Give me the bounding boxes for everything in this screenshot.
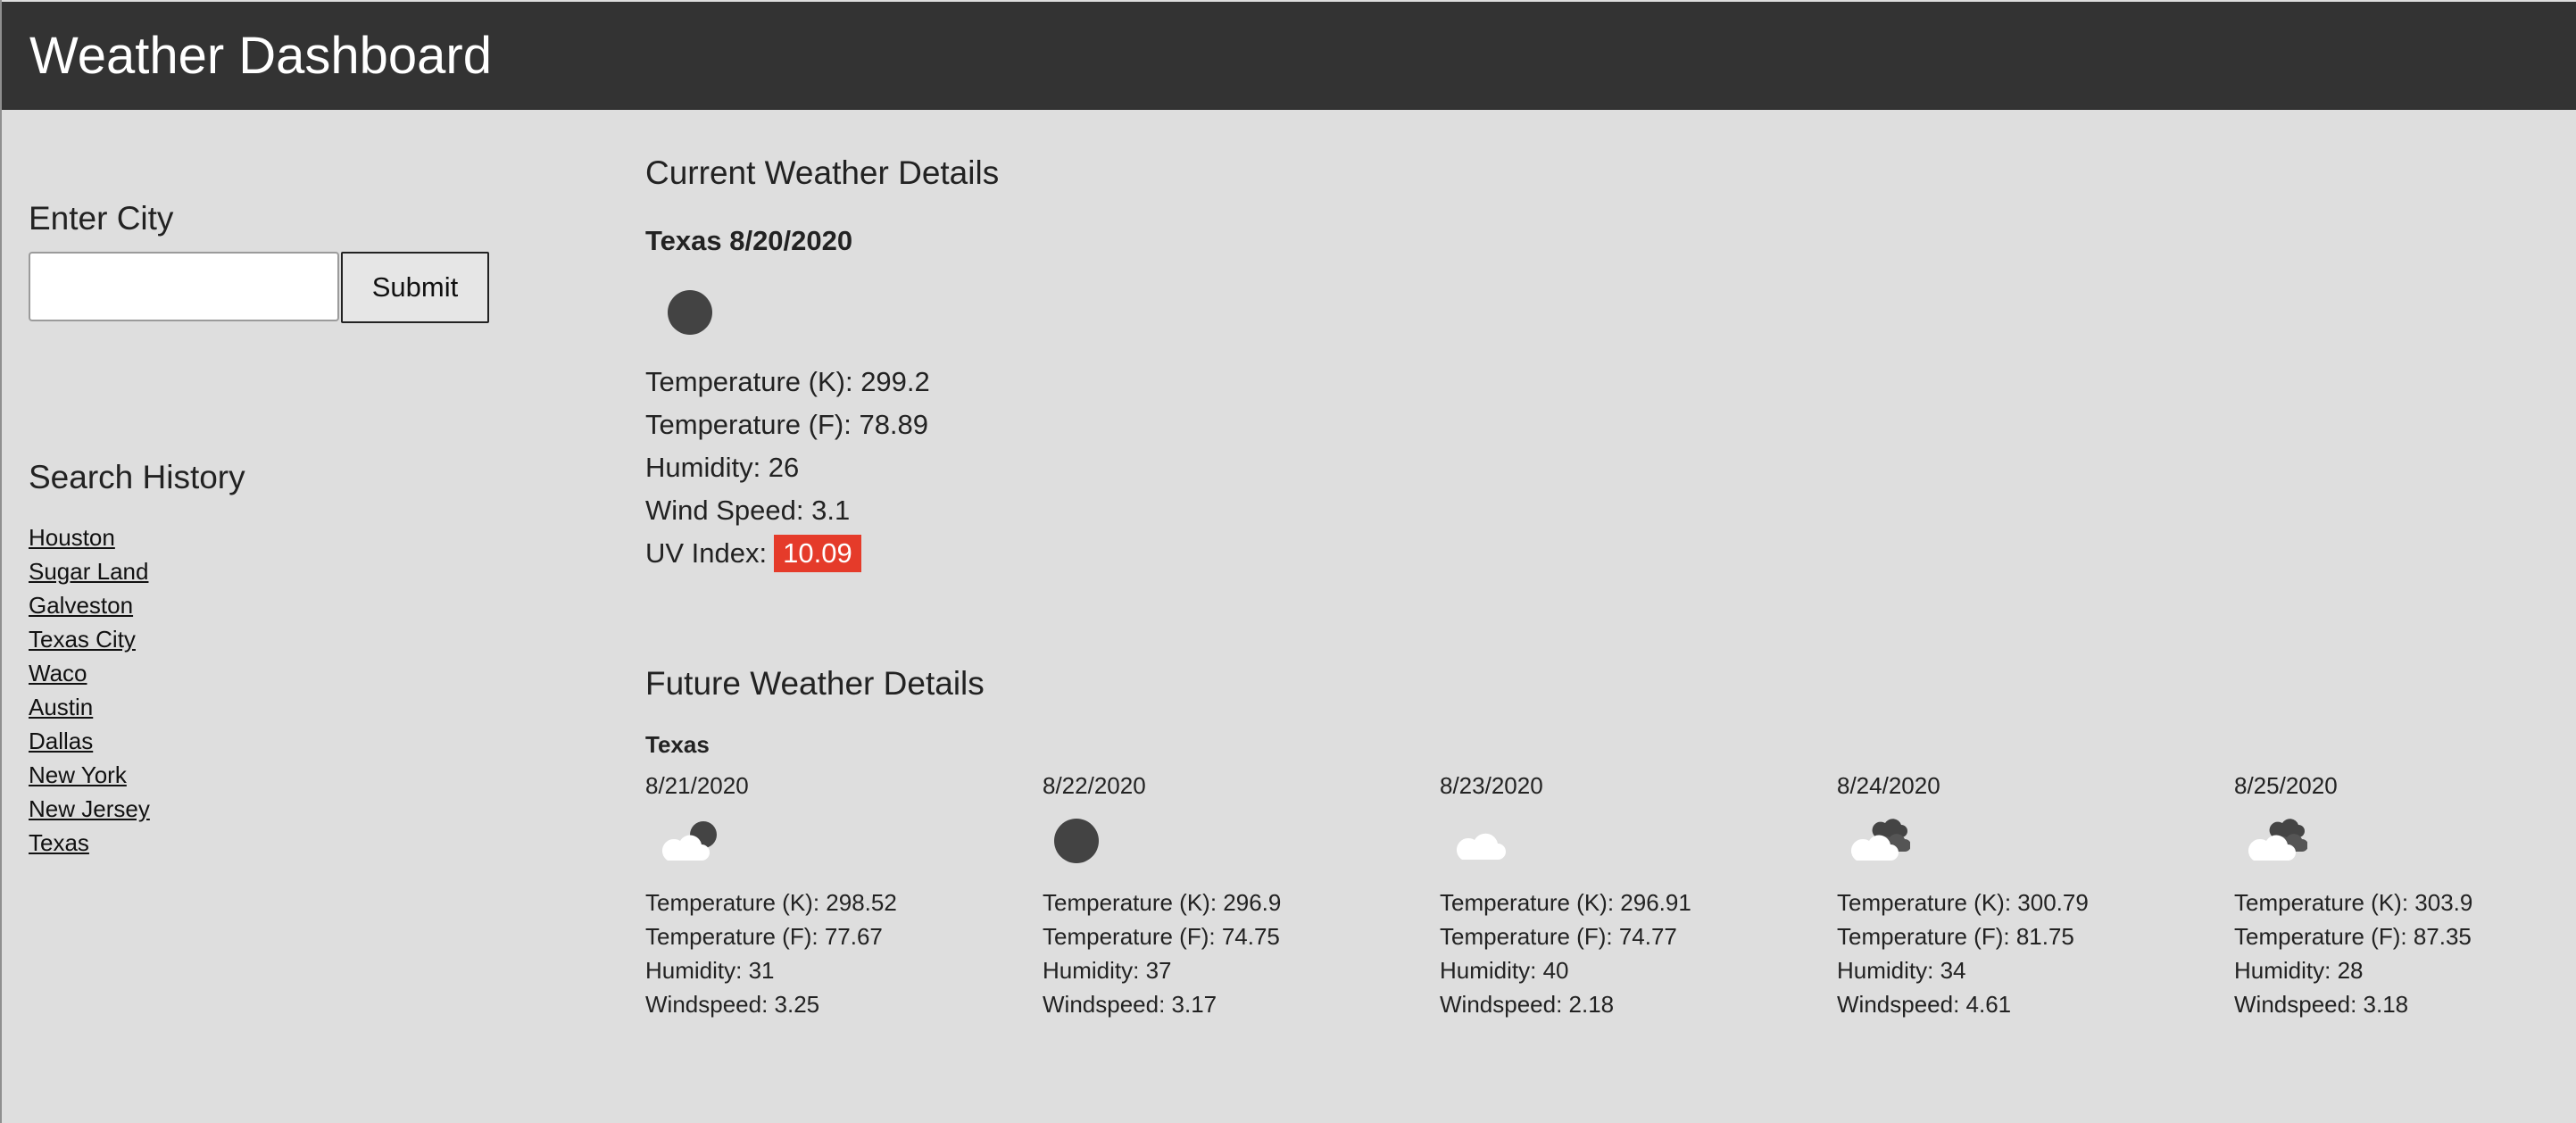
forecast-windspeed: Windspeed: 4.61 — [1837, 991, 2012, 1018]
current-wind-speed: Wind Speed: 3.1 — [645, 495, 851, 526]
history-link-waco[interactable]: Waco — [29, 660, 87, 686]
forecast-details: Temperature (K): 298.52 Temperature (F):… — [645, 886, 897, 1021]
forecast-card: 8/23/2020 Temperature (K): 296.91 Temper… — [1440, 769, 1815, 1018]
forecast-card: 8/21/2020 Temperature (K): 298.52 Temper… — [645, 769, 1020, 1018]
history-item: New Jersey — [29, 792, 150, 826]
cloud-icon — [1456, 833, 1506, 860]
current-weather-section: Current Weather Details Texas 8/20/2020 … — [645, 150, 1716, 572]
broken-clouds-icon — [1850, 819, 1910, 861]
forecast-humidity: Humidity: 37 — [1043, 957, 1172, 984]
forecast-date: 8/25/2020 — [2234, 772, 2338, 799]
current-weather-details: Temperature (K): 299.2 Temperature (F): … — [645, 361, 930, 575]
forecast-card: 8/22/2020 Temperature (K): 296.9 Tempera… — [1043, 769, 1417, 1018]
forecast-windspeed: Windspeed: 2.18 — [1440, 991, 1615, 1018]
history-item: Texas City — [29, 622, 150, 656]
history-item: Waco — [29, 656, 150, 690]
forecast-card: 8/24/2020 Temperature (K): 300.79 Temper… — [1837, 769, 2212, 1018]
forecast-temperature-fahrenheit: Temperature (F): 74.75 — [1043, 923, 1280, 950]
history-item: Houston — [29, 520, 150, 554]
forecast-date: 8/24/2020 — [1837, 772, 1940, 799]
forecast-temperature-fahrenheit: Temperature (F): 74.77 — [1440, 923, 1677, 950]
history-link-austin[interactable]: Austin — [29, 694, 93, 720]
forecast-windspeed: Windspeed: 3.17 — [1043, 991, 1217, 1018]
history-link-texas-city[interactable]: Texas City — [29, 626, 136, 653]
history-item: New York — [29, 758, 150, 792]
current-weather-heading: Current Weather Details — [645, 154, 1000, 191]
forecast-date: 8/23/2020 — [1440, 772, 1543, 799]
forecast-date: 8/22/2020 — [1043, 772, 1146, 799]
history-item: Austin — [29, 690, 150, 724]
forecast-temperature-fahrenheit: Temperature (F): 87.35 — [2234, 923, 2472, 950]
clear-night-icon — [1054, 819, 1099, 863]
history-item: Sugar Land — [29, 554, 150, 588]
history-link-new-york[interactable]: New York — [29, 761, 127, 788]
forecast-temperature-fahrenheit: Temperature (F): 77.67 — [645, 923, 883, 950]
city-search-input[interactable] — [29, 252, 339, 321]
search-history-heading: Search History — [29, 459, 245, 495]
forecast-details: Temperature (K): 296.91 Temperature (F):… — [1440, 886, 1691, 1021]
enter-city-heading: Enter City — [29, 200, 174, 237]
history-link-dallas[interactable]: Dallas — [29, 728, 93, 754]
forecast-details: Temperature (K): 300.79 Temperature (F):… — [1837, 886, 2089, 1021]
page-edge — [0, 0, 2, 1123]
forecast-temperature-kelvin: Temperature (K): 303.9 — [2234, 889, 2473, 916]
history-item: Galveston — [29, 588, 150, 622]
history-link-texas[interactable]: Texas — [29, 829, 89, 856]
forecast-humidity: Humidity: 28 — [2234, 957, 2364, 984]
app-header: Weather Dashboard — [2, 2, 2576, 110]
page-title: Weather Dashboard — [29, 27, 493, 85]
sidebar: Enter City Submit Search History Houston… — [29, 196, 528, 856]
history-link-galveston[interactable]: Galveston — [29, 592, 133, 619]
clear-night-icon — [668, 290, 712, 335]
forecast-temperature-fahrenheit: Temperature (F): 81.75 — [1837, 923, 2074, 950]
history-link-sugar-land[interactable]: Sugar Land — [29, 558, 148, 585]
history-item: Dallas — [29, 724, 150, 758]
broken-clouds-icon — [2248, 819, 2307, 861]
forecast-temperature-kelvin: Temperature (K): 300.79 — [1837, 889, 2089, 916]
uv-index-badge: 10.09 — [774, 535, 861, 572]
current-city-date: Texas 8/20/2020 — [645, 225, 853, 256]
submit-button[interactable]: Submit — [341, 252, 489, 323]
forecast-humidity: Humidity: 34 — [1837, 957, 1966, 984]
current-temperature-kelvin: Temperature (K): 299.2 — [645, 366, 930, 397]
future-weather-heading: Future Weather Details — [645, 665, 985, 702]
forecast-windspeed: Windspeed: 3.18 — [2234, 991, 2409, 1018]
current-uv-row: UV Index: 10.09 — [645, 532, 930, 575]
forecast-details: Temperature (K): 296.9 Temperature (F): … — [1043, 886, 1281, 1021]
forecast-temperature-kelvin: Temperature (K): 298.52 — [645, 889, 897, 916]
future-weather-section: Future Weather Details Texas 8/21/2020 T… — [645, 661, 2564, 1018]
history-item: Texas — [29, 826, 150, 860]
future-city-name: Texas — [645, 731, 710, 758]
current-humidity: Humidity: 26 — [645, 452, 800, 483]
forecast-card: 8/25/2020 Temperature (K): 303.9 Tempera… — [2234, 769, 2576, 1018]
history-link-new-jersey[interactable]: New Jersey — [29, 795, 150, 822]
current-temperature-fahrenheit: Temperature (F): 78.89 — [645, 409, 929, 440]
city-search-form: Submit — [29, 252, 493, 323]
uv-index-label: UV Index: — [645, 537, 768, 569]
forecast-temperature-kelvin: Temperature (K): 296.91 — [1440, 889, 1691, 916]
forecast-date: 8/21/2020 — [645, 772, 749, 799]
forecast-details: Temperature (K): 303.9 Temperature (F): … — [2234, 886, 2472, 1021]
forecast-windspeed: Windspeed: 3.25 — [645, 991, 820, 1018]
few-clouds-night-icon — [661, 821, 717, 861]
forecast-humidity: Humidity: 31 — [645, 957, 775, 984]
forecast-temperature-kelvin: Temperature (K): 296.9 — [1043, 889, 1282, 916]
search-history-list: Houston Sugar Land Galveston Texas City … — [29, 520, 150, 860]
forecast-humidity: Humidity: 40 — [1440, 957, 1569, 984]
history-link-houston[interactable]: Houston — [29, 524, 115, 551]
